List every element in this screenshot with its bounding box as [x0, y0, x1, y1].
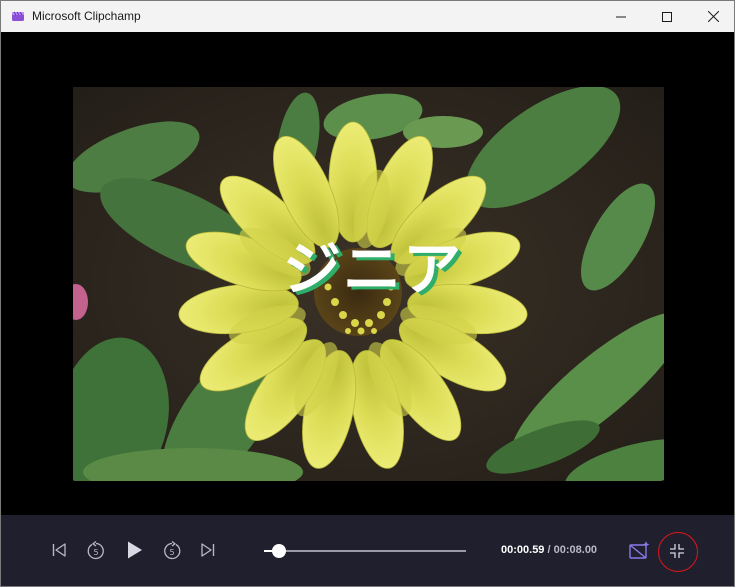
svg-text:5: 5	[169, 548, 174, 557]
skip-to-start-button[interactable]	[49, 540, 69, 560]
highlight-circle	[658, 532, 698, 572]
skip-to-end-button[interactable]	[198, 540, 218, 560]
close-icon	[707, 11, 719, 22]
total-time: 00:08.00	[553, 544, 598, 556]
time-readout: 00:00.59 / 00:08.00	[501, 544, 597, 556]
clipchamp-icon	[12, 11, 24, 21]
video-caption: ジニア	[282, 235, 463, 303]
rewind-5-seconds-button[interactable]: 5	[85, 540, 107, 562]
player-controls: 5 5 00:00.59 / 00:08.00	[1, 515, 734, 586]
close-button[interactable]	[690, 1, 734, 32]
time-separator: /	[547, 544, 551, 556]
forward-5-seconds-button[interactable]: 5	[161, 540, 183, 562]
maximize-button[interactable]	[644, 1, 690, 32]
seek-slider[interactable]	[264, 544, 466, 558]
play-button[interactable]	[124, 539, 146, 561]
minimize-button[interactable]	[598, 1, 644, 32]
effects-icon	[629, 541, 650, 559]
app-window: Microsoft Clipchamp ジニア 5 5 00:00.59 / 0…	[0, 0, 735, 587]
maximize-icon	[662, 11, 672, 22]
play-icon	[128, 541, 142, 559]
title-bar: Microsoft Clipchamp	[1, 1, 734, 32]
skip-to-end-icon	[201, 543, 215, 557]
skip-to-start-icon	[52, 543, 66, 557]
forward-5-seconds-icon: 5	[164, 541, 181, 560]
current-time: 00:00.59	[501, 544, 545, 556]
effects-button[interactable]	[629, 539, 651, 561]
svg-text:5: 5	[93, 548, 98, 557]
video-frame: ジニア	[73, 87, 664, 481]
video-preview: ジニア	[1, 32, 734, 515]
minimize-icon	[616, 16, 626, 17]
seek-handle[interactable]	[271, 544, 286, 558]
rewind-5-seconds-icon: 5	[87, 541, 104, 560]
window-title: Microsoft Clipchamp	[32, 9, 141, 23]
